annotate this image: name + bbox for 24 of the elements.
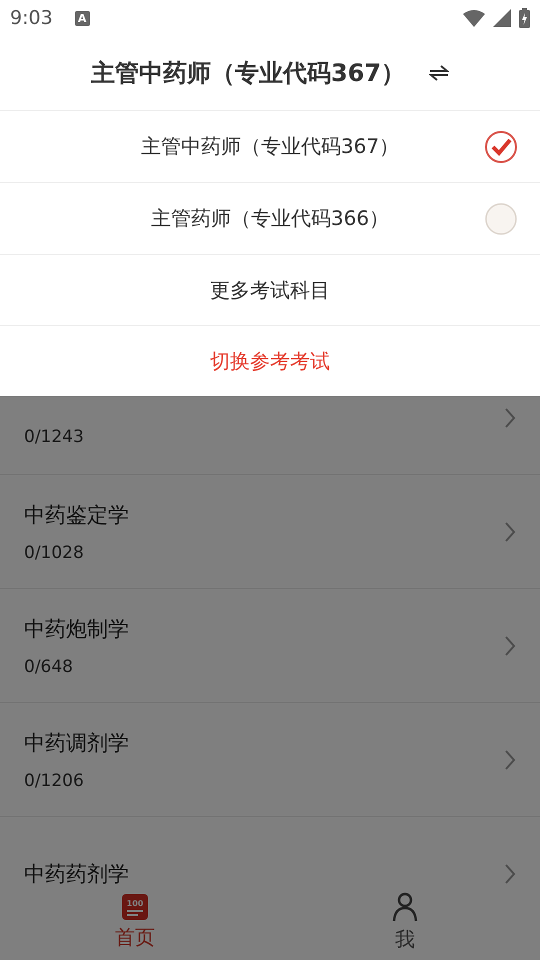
subject-title: 中药鉴定学	[24, 502, 130, 528]
chevron-icon[interactable]	[504, 634, 516, 656]
sheet-title: 主管中药师（专业代码367）	[90, 58, 406, 89]
progress-count: 0/1243	[24, 427, 85, 447]
signal-icon	[493, 9, 511, 27]
progress-count: 0/1028	[24, 542, 85, 562]
chevron-icon[interactable]	[504, 406, 516, 428]
nav-tab[interactable]: 我	[270, 885, 540, 960]
progress-count: 0/648	[24, 656, 74, 676]
subject-title: 中药药剂学	[24, 860, 130, 885]
chevron-icon[interactable]	[504, 862, 516, 884]
score-sheet-icon: 100	[122, 894, 148, 920]
battery-icon	[519, 8, 530, 28]
swap-icon[interactable]	[429, 65, 450, 81]
subject-title: 中药调剂学	[24, 730, 130, 756]
wifi-icon	[463, 10, 485, 26]
subject-title: 中药炮制学	[24, 616, 130, 642]
person-icon	[392, 892, 418, 922]
progress-count: 0/1206	[24, 770, 85, 790]
radio-button[interactable]	[484, 130, 518, 164]
notification-icon: A	[74, 10, 90, 26]
status-time: 9:03	[10, 7, 53, 29]
chevron-icon[interactable]	[504, 520, 516, 542]
chevron-icon[interactable]	[504, 748, 516, 770]
